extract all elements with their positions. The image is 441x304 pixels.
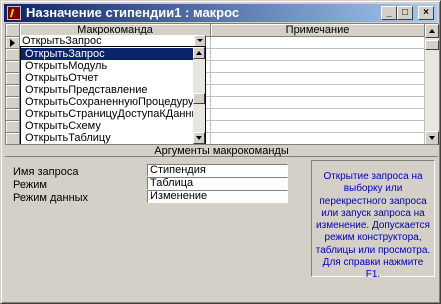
maximize-button[interactable]: □ — [397, 6, 413, 20]
window-title: Назначение стипендии1 : макрос — [26, 5, 240, 20]
view-mode-label: Режим — [13, 179, 47, 191]
arguments-panel: Имя запроса Стипендия Режим Таблица Режи… — [5, 157, 438, 301]
scroll-thumb[interactable] — [425, 40, 439, 50]
query-name-label: Имя запроса — [13, 166, 79, 178]
grid-vertical-scrollbar[interactable] — [425, 24, 439, 145]
arrow-down-icon — [196, 136, 202, 140]
dropdown-item[interactable]: ОткрытьСхему — [21, 120, 193, 132]
dropdown-item[interactable]: ОткрытьЗапрос — [21, 48, 193, 60]
query-name-field[interactable]: Стипендия — [147, 164, 288, 177]
row-selector[interactable] — [6, 49, 20, 61]
dropdown-item[interactable]: ОткрытьТаблицу — [21, 132, 193, 144]
dropdown-item[interactable]: ОткрытьМодуль — [21, 60, 193, 72]
row-selector-current[interactable] — [6, 37, 20, 49]
close-button[interactable]: × — [418, 6, 434, 20]
dropdown-item[interactable]: ОткрытьСтраницуДоступаКДанным — [21, 108, 193, 120]
row-selector[interactable] — [6, 61, 20, 73]
comment-cell[interactable] — [211, 85, 425, 97]
comment-cell[interactable] — [211, 121, 425, 133]
dropdown-scroll-up-button[interactable] — [193, 47, 205, 59]
row-selector[interactable] — [6, 97, 20, 109]
arrow-down-icon — [429, 136, 435, 140]
arrow-up-icon — [196, 51, 202, 55]
comment-cell[interactable] — [211, 109, 425, 121]
column-header-comment[interactable]: Примечание — [211, 24, 425, 37]
hint-text: Открытие запроса на выборку или перекрес… — [311, 160, 435, 280]
view-mode-field[interactable]: Таблица — [147, 177, 288, 190]
row-selector[interactable] — [6, 109, 20, 121]
data-mode-field[interactable]: Изменение — [147, 190, 288, 203]
comment-cell[interactable] — [211, 73, 425, 85]
select-all-header[interactable] — [6, 24, 20, 37]
access-macro-icon[interactable] — [7, 6, 21, 20]
minimize-button[interactable]: _ — [381, 6, 397, 20]
row-selector[interactable] — [6, 121, 20, 133]
row-selector[interactable] — [6, 85, 20, 97]
comment-cell[interactable] — [211, 61, 425, 73]
dropdown-scrollbar[interactable] — [193, 47, 205, 144]
comment-cell[interactable] — [211, 37, 425, 49]
comment-cell[interactable] — [211, 97, 425, 109]
dropdown-item[interactable]: ОткрытьСохраненнуюПроцедуру — [21, 96, 193, 108]
scroll-down-button[interactable] — [425, 131, 439, 145]
dropdown-item[interactable]: ОткрытьОтчет — [21, 72, 193, 84]
dropdown-scroll-thumb[interactable] — [193, 93, 205, 104]
dropdown-scroll-down-button[interactable] — [193, 132, 205, 144]
scroll-up-button[interactable] — [425, 24, 439, 38]
data-mode-label: Режим данных — [13, 192, 89, 204]
row-selector[interactable] — [6, 73, 20, 85]
macro-window: Назначение стипендии1 : макрос _ □ × Мак… — [0, 0, 441, 304]
arguments-header: Аргументы макрокоманды — [5, 144, 438, 157]
arrow-up-icon — [429, 29, 435, 33]
comment-cell[interactable] — [211, 49, 425, 61]
title-bar[interactable]: Назначение стипендии1 : макрос _ □ × — [4, 4, 437, 22]
action-dropdown-list[interactable]: ОткрытьЗапрос ОткрытьМодуль ОткрытьОтчет… — [20, 46, 206, 145]
dropdown-item[interactable]: ОткрытьПредставление — [21, 84, 193, 96]
